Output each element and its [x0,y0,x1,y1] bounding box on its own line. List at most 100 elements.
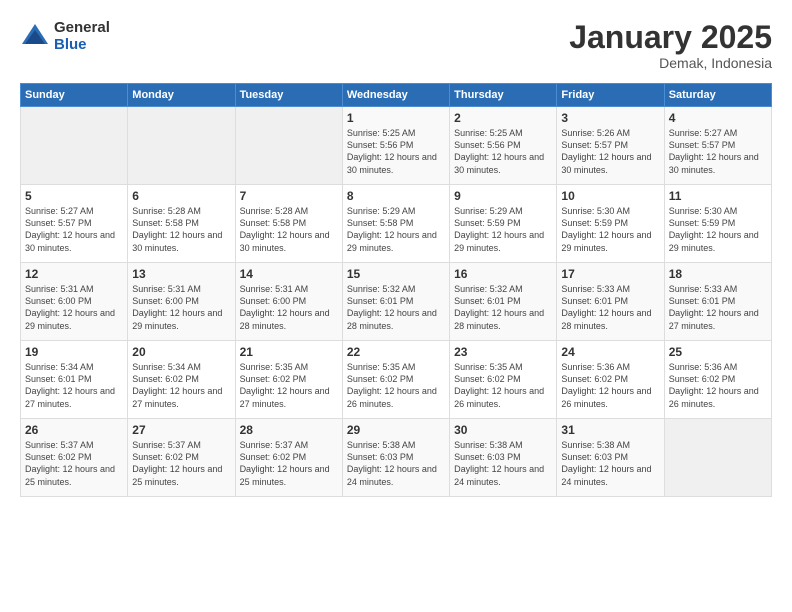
weekday-header-wednesday: Wednesday [342,84,449,107]
day-number: 30 [454,423,552,437]
day-number: 31 [561,423,659,437]
logo-general-text: General [54,20,110,37]
day-number: 17 [561,267,659,281]
calendar-cell [235,107,342,185]
day-number: 19 [25,345,123,359]
calendar-week-1: 1Sunrise: 5:25 AMSunset: 5:56 PMDaylight… [21,107,772,185]
day-info: Sunrise: 5:31 AMSunset: 6:00 PMDaylight:… [240,283,338,332]
day-number: 16 [454,267,552,281]
day-info: Sunrise: 5:34 AMSunset: 6:02 PMDaylight:… [132,361,230,410]
day-info: Sunrise: 5:35 AMSunset: 6:02 PMDaylight:… [240,361,338,410]
day-info: Sunrise: 5:37 AMSunset: 6:02 PMDaylight:… [240,439,338,488]
day-number: 15 [347,267,445,281]
calendar-cell: 3 Sunrise: 5:26 AMSunset: 5:57 PMDaylight… [557,107,664,185]
day-info: Sunrise: 5:37 AMSunset: 6:02 PMDaylight:… [132,439,230,488]
day-info: Sunrise: 5:31 AMSunset: 6:00 PMDaylight:… [132,283,230,332]
weekday-header-sunday: Sunday [21,84,128,107]
calendar-cell: 17 Sunrise: 5:33 AMSunset: 6:01 PMDayligh… [557,263,664,341]
day-number: 13 [132,267,230,281]
weekday-header-saturday: Saturday [664,84,771,107]
calendar-cell: 6 Sunrise: 5:28 AMSunset: 5:58 PMDaylight… [128,185,235,263]
day-number: 20 [132,345,230,359]
day-info: Sunrise: 5:25 AMSunset: 5:56 PMDaylight:… [347,127,445,176]
day-number: 25 [669,345,767,359]
calendar-cell: 18Sunrise: 5:33 AMSunset: 6:01 PMDayligh… [664,263,771,341]
day-info: Sunrise: 5:26 AMSunset: 5:57 PMDaylight:… [561,127,659,176]
day-info: Sunrise: 5:30 AMSunset: 5:59 PMDaylight:… [669,205,767,254]
day-number: 14 [240,267,338,281]
day-number: 28 [240,423,338,437]
page-header: General Blue January 2025 Demak, Indones… [20,20,772,71]
day-number: 6 [132,189,230,203]
calendar-cell: 22 Sunrise: 5:35 AMSunset: 6:02 PMDayligh… [342,341,449,419]
calendar-cell [664,419,771,497]
calendar-cell: 13 Sunrise: 5:31 AMSunset: 6:00 PMDayligh… [128,263,235,341]
calendar-cell: 21 Sunrise: 5:35 AMSunset: 6:02 PMDayligh… [235,341,342,419]
weekday-header-friday: Friday [557,84,664,107]
day-info: Sunrise: 5:36 AMSunset: 6:02 PMDaylight:… [561,361,659,410]
day-info: Sunrise: 5:27 AMSunset: 5:57 PMDaylight:… [25,205,123,254]
day-info: Sunrise: 5:32 AMSunset: 6:01 PMDaylight:… [454,283,552,332]
calendar-cell: 25Sunrise: 5:36 AMSunset: 6:02 PMDayligh… [664,341,771,419]
day-number: 12 [25,267,123,281]
calendar-cell: 23Sunrise: 5:35 AMSunset: 6:02 PMDayligh… [450,341,557,419]
calendar-week-4: 19Sunrise: 5:34 AMSunset: 6:01 PMDayligh… [21,341,772,419]
calendar-cell [21,107,128,185]
day-info: Sunrise: 5:35 AMSunset: 6:02 PMDaylight:… [454,361,552,410]
calendar-cell: 20 Sunrise: 5:34 AMSunset: 6:02 PMDayligh… [128,341,235,419]
logo-text: General Blue [54,20,110,53]
day-info: Sunrise: 5:38 AMSunset: 6:03 PMDaylight:… [347,439,445,488]
title-area: January 2025 Demak, Indonesia [569,20,772,71]
calendar-cell: 8 Sunrise: 5:29 AMSunset: 5:58 PMDaylight… [342,185,449,263]
day-number: 21 [240,345,338,359]
weekday-header-tuesday: Tuesday [235,84,342,107]
day-number: 7 [240,189,338,203]
day-number: 3 [561,111,659,125]
calendar-cell: 28 Sunrise: 5:37 AMSunset: 6:02 PMDayligh… [235,419,342,497]
day-info: Sunrise: 5:38 AMSunset: 6:03 PMDaylight:… [561,439,659,488]
calendar-cell: 24 Sunrise: 5:36 AMSunset: 6:02 PMDayligh… [557,341,664,419]
calendar-cell: 4Sunrise: 5:27 AMSunset: 5:57 PMDaylight… [664,107,771,185]
day-info: Sunrise: 5:28 AMSunset: 5:58 PMDaylight:… [240,205,338,254]
logo: General Blue [20,20,110,53]
day-info: Sunrise: 5:33 AMSunset: 6:01 PMDaylight:… [561,283,659,332]
weekday-header-thursday: Thursday [450,84,557,107]
day-info: Sunrise: 5:38 AMSunset: 6:03 PMDaylight:… [454,439,552,488]
calendar-cell: 30 Sunrise: 5:38 AMSunset: 6:03 PMDayligh… [450,419,557,497]
calendar-cell: 5 Sunrise: 5:27 AMSunset: 5:57 PMDaylight… [21,185,128,263]
calendar-cell: 10Sunrise: 5:30 AMSunset: 5:59 PMDayligh… [557,185,664,263]
day-number: 2 [454,111,552,125]
calendar-cell [128,107,235,185]
day-number: 18 [669,267,767,281]
day-info: Sunrise: 5:30 AMSunset: 5:59 PMDaylight:… [561,205,659,254]
day-info: Sunrise: 5:37 AMSunset: 6:02 PMDaylight:… [25,439,123,488]
day-number: 5 [25,189,123,203]
day-number: 11 [669,189,767,203]
day-info: Sunrise: 5:35 AMSunset: 6:02 PMDaylight:… [347,361,445,410]
day-number: 4 [669,111,767,125]
calendar-week-2: 5 Sunrise: 5:27 AMSunset: 5:57 PMDaylight… [21,185,772,263]
calendar-cell: 15Sunrise: 5:32 AMSunset: 6:01 PMDayligh… [342,263,449,341]
calendar-cell: 26Sunrise: 5:37 AMSunset: 6:02 PMDayligh… [21,419,128,497]
calendar-cell: 14 Sunrise: 5:31 AMSunset: 6:00 PMDayligh… [235,263,342,341]
location-title: Demak, Indonesia [569,55,772,71]
day-info: Sunrise: 5:31 AMSunset: 6:00 PMDaylight:… [25,283,123,332]
calendar-cell: 27 Sunrise: 5:37 AMSunset: 6:02 PMDayligh… [128,419,235,497]
day-number: 27 [132,423,230,437]
calendar-cell: 31 Sunrise: 5:38 AMSunset: 6:03 PMDayligh… [557,419,664,497]
calendar-cell: 7 Sunrise: 5:28 AMSunset: 5:58 PMDaylight… [235,185,342,263]
calendar-week-5: 26Sunrise: 5:37 AMSunset: 6:02 PMDayligh… [21,419,772,497]
calendar-table: SundayMondayTuesdayWednesdayThursdayFrid… [20,83,772,497]
day-info: Sunrise: 5:29 AMSunset: 5:59 PMDaylight:… [454,205,552,254]
calendar-cell: 2Sunrise: 5:25 AMSunset: 5:56 PMDaylight… [450,107,557,185]
day-info: Sunrise: 5:28 AMSunset: 5:58 PMDaylight:… [132,205,230,254]
day-number: 24 [561,345,659,359]
day-number: 9 [454,189,552,203]
day-number: 29 [347,423,445,437]
day-info: Sunrise: 5:29 AMSunset: 5:58 PMDaylight:… [347,205,445,254]
weekday-header-row: SundayMondayTuesdayWednesdayThursdayFrid… [21,84,772,107]
day-number: 22 [347,345,445,359]
calendar-cell: 16 Sunrise: 5:32 AMSunset: 6:01 PMDayligh… [450,263,557,341]
calendar-week-3: 12 Sunrise: 5:31 AMSunset: 6:00 PMDayligh… [21,263,772,341]
day-number: 8 [347,189,445,203]
